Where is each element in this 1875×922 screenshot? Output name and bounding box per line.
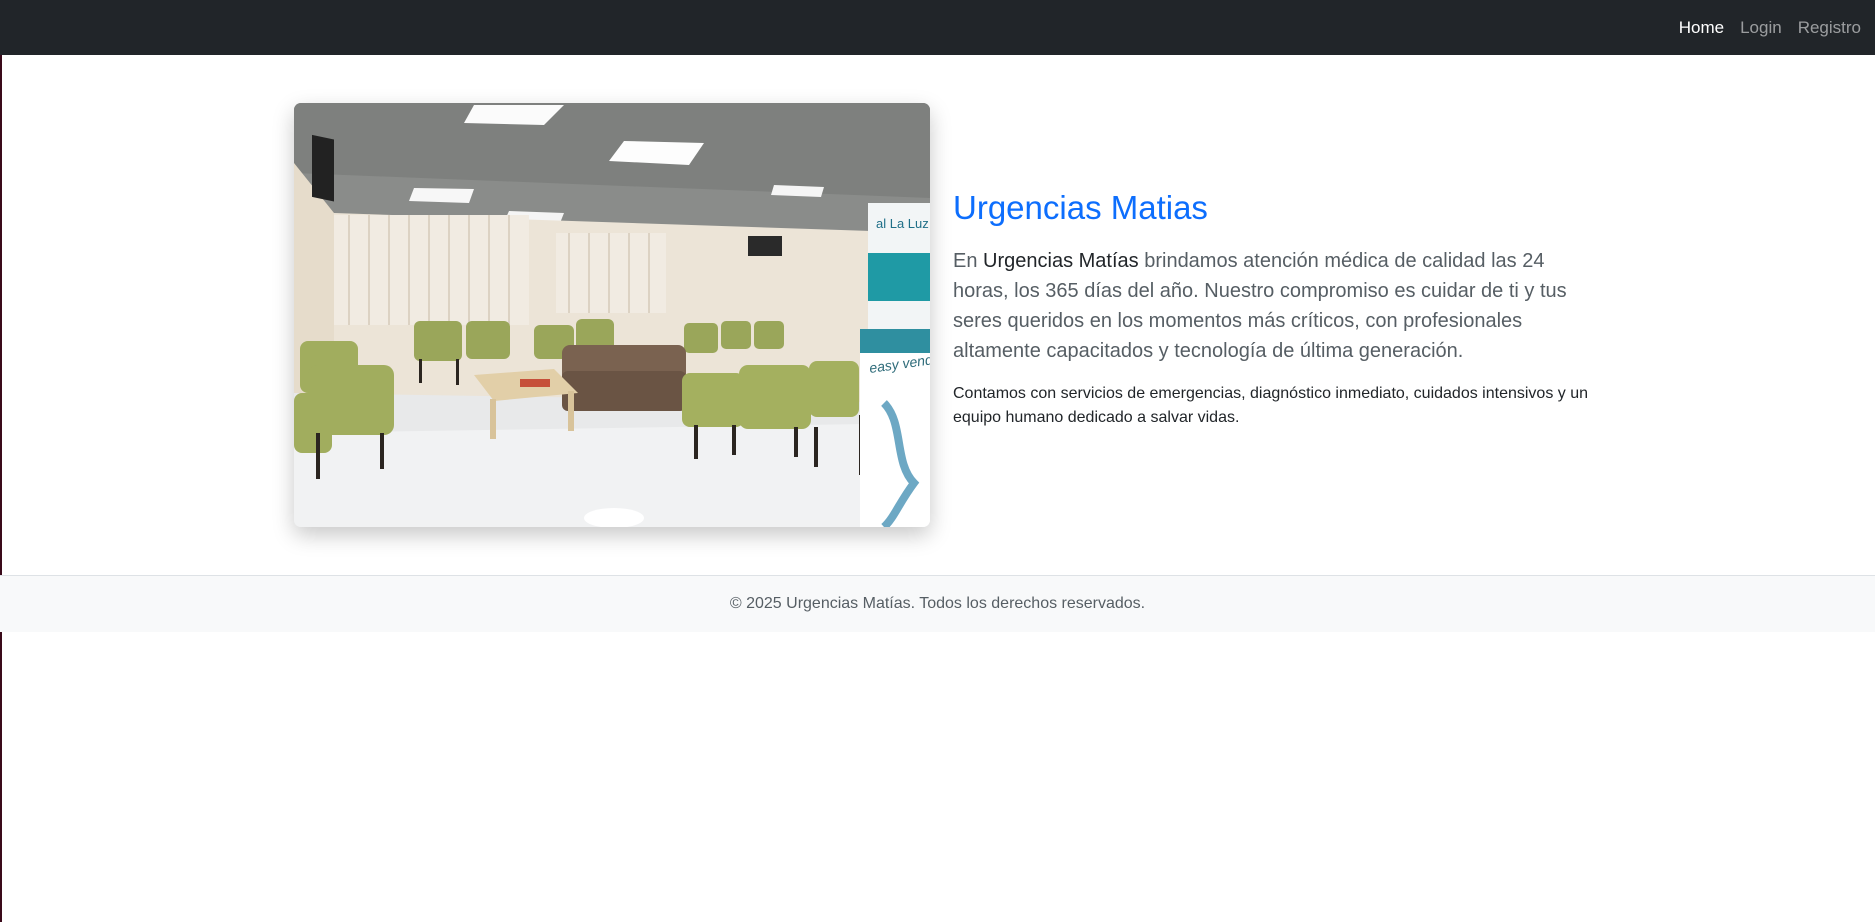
- nav-link-registro[interactable]: Registro: [1798, 18, 1861, 38]
- nav-links: Home Login Registro: [1679, 0, 1861, 55]
- hero-title: Urgencias Matias: [953, 189, 1208, 226]
- footer: © 2025 Urgencias Matías. Todos los derec…: [0, 575, 1875, 632]
- navbar: Home Login Registro: [0, 0, 1875, 55]
- hero-lead: En Urgencias Matías brindamos atención m…: [953, 246, 1593, 366]
- footer-text: © 2025 Urgencias Matías. Todos los derec…: [729, 595, 1146, 612]
- banner-text: al La Luz: [876, 216, 929, 231]
- lead-prefix: En: [953, 250, 984, 272]
- hero-content: Urgencias Matias En Urgencias Matías bri…: [953, 186, 1593, 430]
- lead-brand: Urgencias Matías: [983, 250, 1139, 272]
- window-edge: [0, 0, 2, 922]
- nav-link-login[interactable]: Login: [1740, 18, 1782, 38]
- nav-link-home[interactable]: Home: [1679, 18, 1724, 38]
- hero-body: Contamos con servicios de emergencias, d…: [953, 385, 1589, 426]
- waiting-room-photo: al La Luz easy vendi: [294, 103, 930, 527]
